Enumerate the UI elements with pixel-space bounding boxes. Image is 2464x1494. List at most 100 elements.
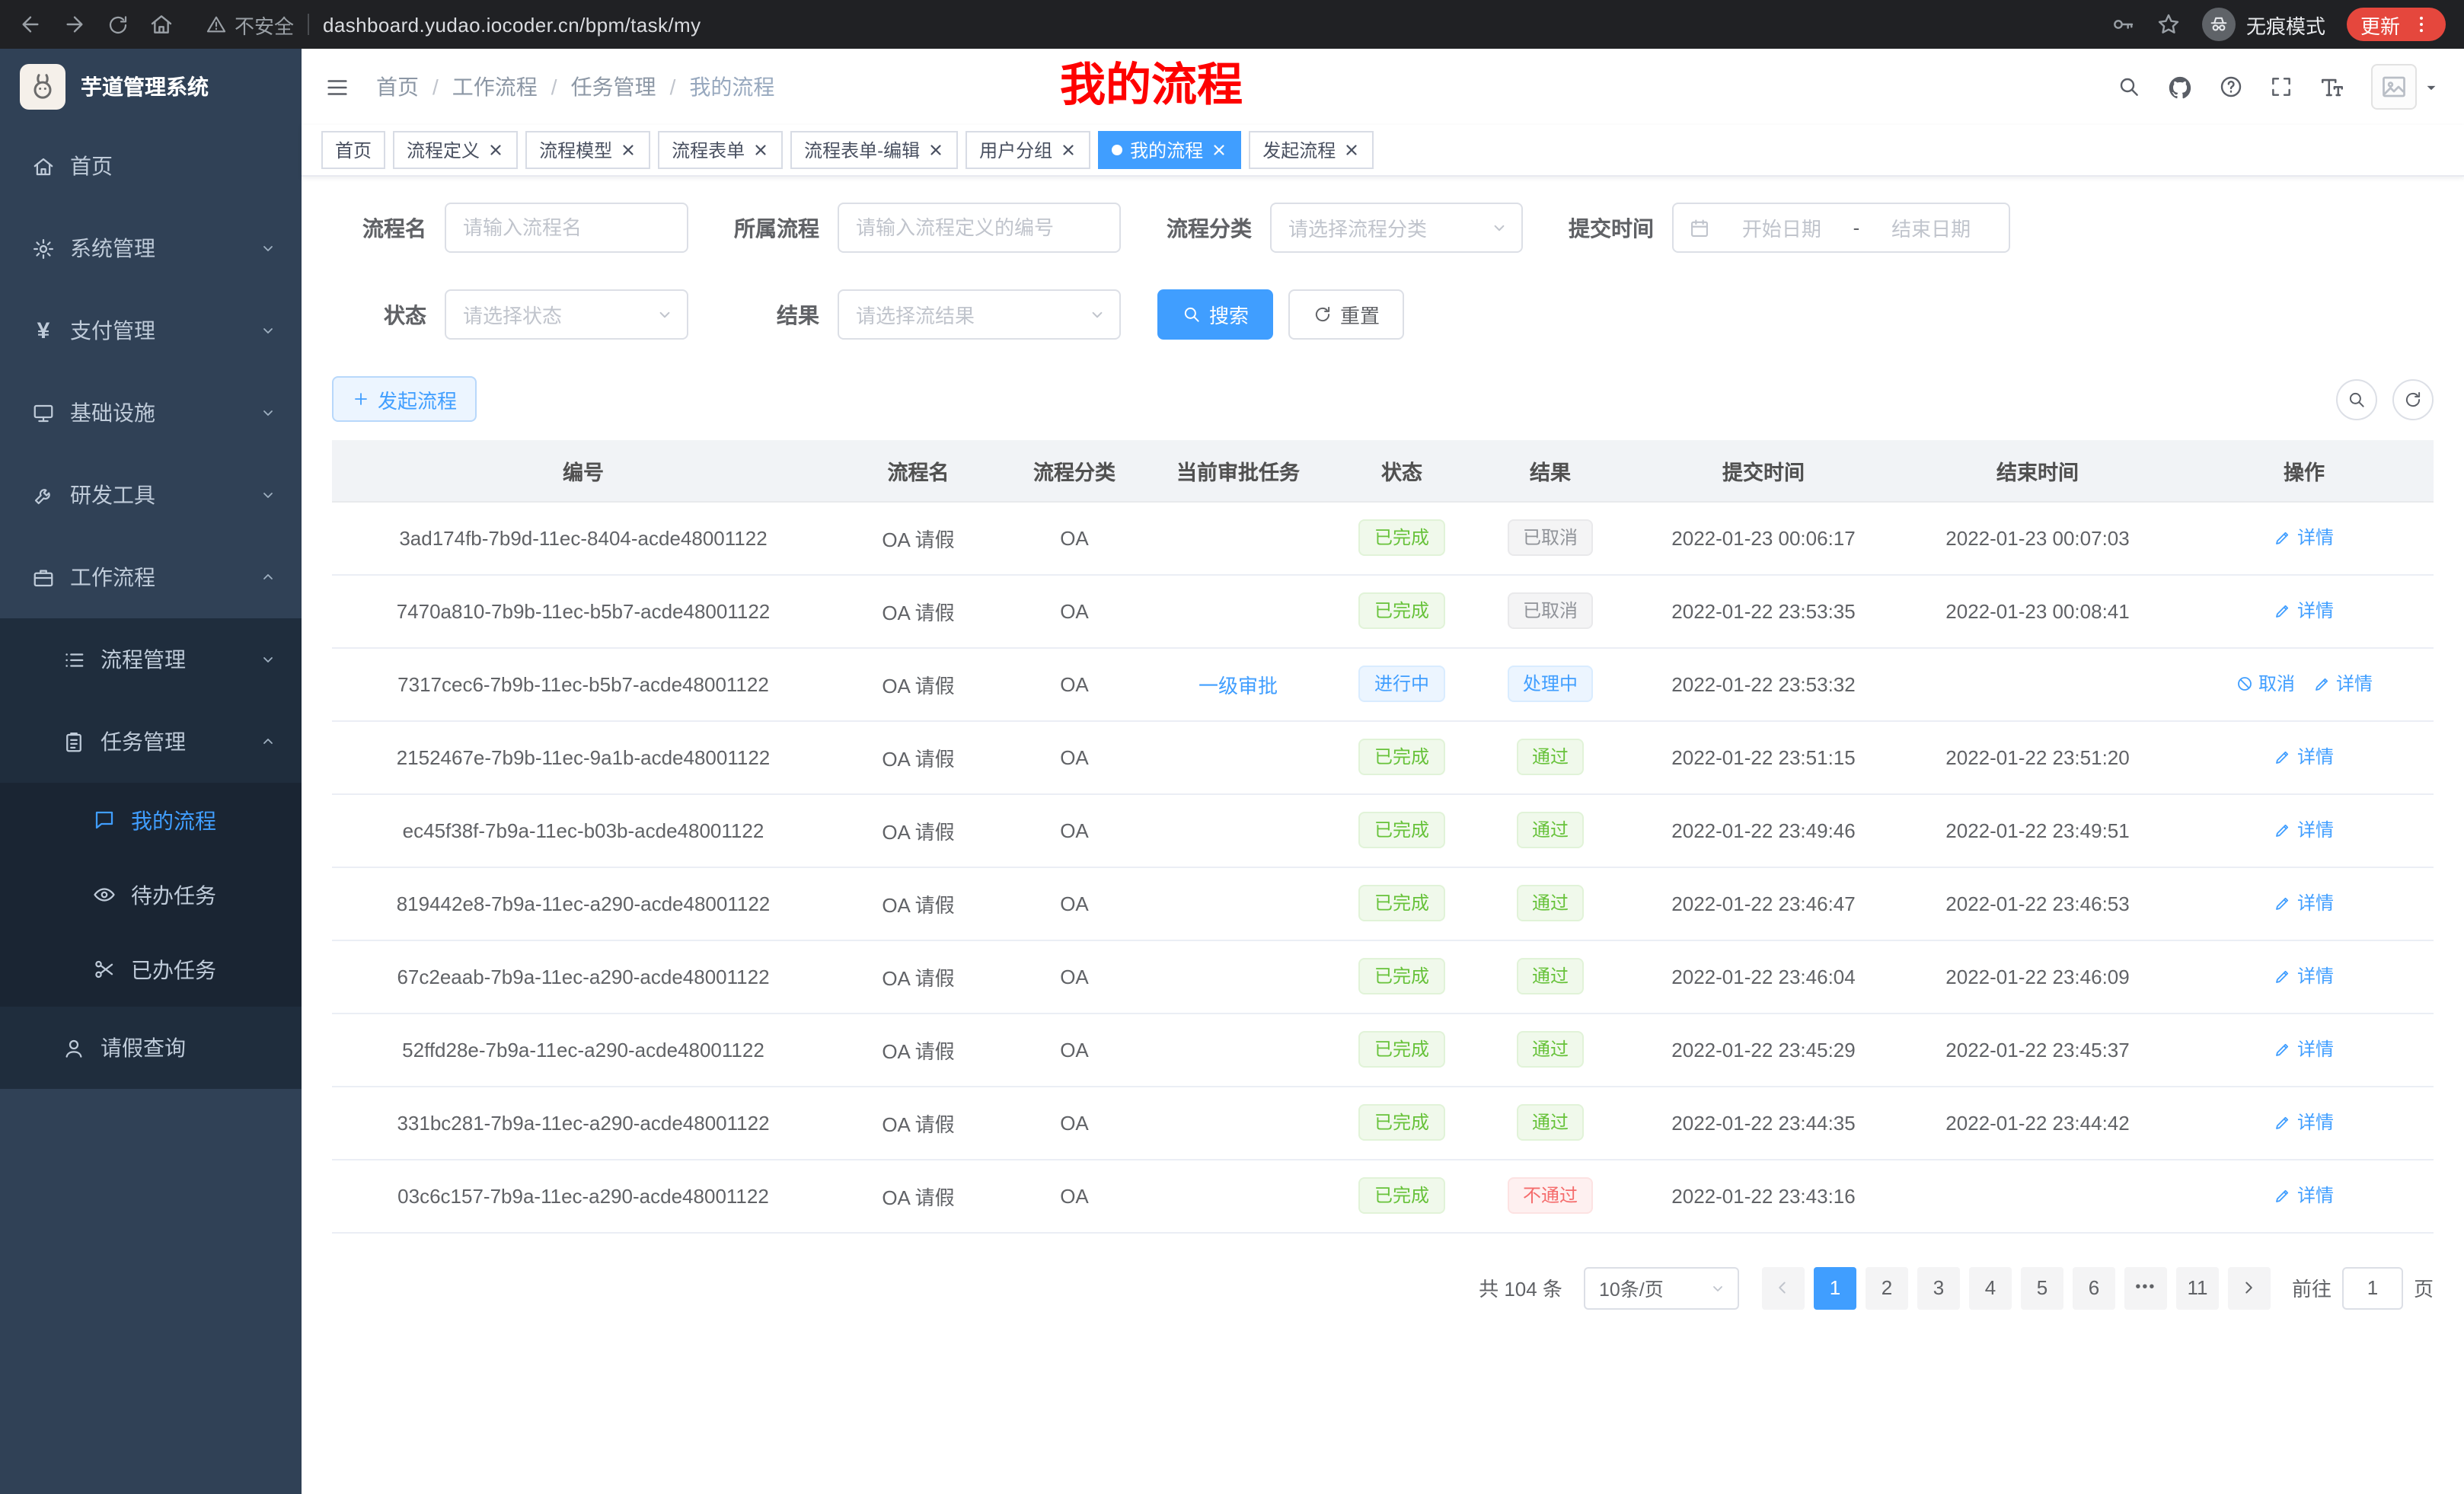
breadcrumb-item-task-management[interactable]: 任务管理 xyxy=(571,72,656,102)
bookmark-star-icon[interactable] xyxy=(2156,12,2181,37)
font-size-icon[interactable] xyxy=(2319,74,2345,100)
start-process-button[interactable]: 发起流程 xyxy=(332,376,477,422)
chat-icon xyxy=(93,809,116,832)
reset-button[interactable]: 重置 xyxy=(1288,289,1404,340)
sidebar-item-system[interactable]: 系统管理 xyxy=(0,207,302,289)
cell-process-name: OA 请假 xyxy=(835,793,1002,867)
page-url[interactable]: dashboard.yudao.iocoder.cn/bpm/task/my xyxy=(323,13,701,36)
close-icon[interactable] xyxy=(1060,142,1077,158)
sidebar-item-done-tasks[interactable]: 已办任务 xyxy=(0,932,302,1007)
sidebar-item-leave-query[interactable]: 请假查询 xyxy=(0,1007,302,1089)
detail-link[interactable]: 详情 xyxy=(2274,1036,2334,1062)
edit-icon xyxy=(2274,1040,2293,1058)
search-button[interactable]: 搜索 xyxy=(1157,289,1273,340)
user-avatar-menu[interactable] xyxy=(2371,64,2441,110)
goto-page-input[interactable] xyxy=(2342,1266,2403,1309)
prev-page-button[interactable] xyxy=(1762,1266,1805,1309)
detail-link[interactable]: 详情 xyxy=(2274,1183,2334,1208)
sidebar-item-todo-tasks[interactable]: 待办任务 xyxy=(0,857,302,932)
close-icon[interactable] xyxy=(1211,142,1227,158)
browser-update-button[interactable]: 更新 xyxy=(2347,8,2446,41)
detail-link[interactable]: 详情 xyxy=(2274,963,2334,989)
detail-link[interactable]: 详情 xyxy=(2274,525,2334,551)
sidebar-item-home[interactable]: 首页 xyxy=(0,125,302,207)
tag-process-form[interactable]: 流程表单 xyxy=(658,131,783,169)
page-button-11[interactable]: 11 xyxy=(2176,1266,2219,1309)
not-secure-warning[interactable]: 不安全 xyxy=(206,10,294,39)
breadcrumb-item-workflow[interactable]: 工作流程 xyxy=(452,72,538,102)
page-button-5[interactable]: 5 xyxy=(2021,1266,2063,1309)
filter-row-1: 流程名 所属流程 流程分类 请选择流程分类 xyxy=(332,203,2434,253)
col-header-status: 状态 xyxy=(1329,440,1474,501)
filter-label: 流程名 xyxy=(332,212,426,243)
toggle-search-button[interactable] xyxy=(2336,378,2377,420)
password-key-icon[interactable] xyxy=(2111,12,2135,37)
sidebar-item-infra[interactable]: 基础设施 xyxy=(0,372,302,454)
help-icon[interactable] xyxy=(2219,75,2243,99)
tag-home[interactable]: 首页 xyxy=(321,131,385,169)
close-icon[interactable] xyxy=(1343,142,1360,158)
status-tag: 已完成 xyxy=(1359,592,1444,629)
detail-link[interactable]: 详情 xyxy=(2313,671,2373,697)
tag-user-group[interactable]: 用户分组 xyxy=(965,131,1090,169)
cancel-link[interactable]: 取消 xyxy=(2236,671,2295,697)
tag-process-model[interactable]: 流程模型 xyxy=(525,131,650,169)
browser-menu-icon[interactable] xyxy=(2411,14,2432,35)
close-icon[interactable] xyxy=(927,142,944,158)
table-row: 03c6c157-7b9a-11ec-a290-acde48001122 OA … xyxy=(332,1159,2434,1232)
date-range-picker[interactable]: 开始日期 - 结束日期 xyxy=(1672,203,2010,253)
detail-link[interactable]: 详情 xyxy=(2274,817,2334,843)
detail-link[interactable]: 详情 xyxy=(2274,890,2334,916)
page-button-2[interactable]: 2 xyxy=(1866,1266,1908,1309)
page-button-1[interactable]: 1 xyxy=(1814,1266,1856,1309)
detail-link[interactable]: 详情 xyxy=(2274,598,2334,624)
page-button-3[interactable]: 3 xyxy=(1917,1266,1960,1309)
sidebar-item-workflow[interactable]: 工作流程 xyxy=(0,536,302,618)
process-def-input[interactable] xyxy=(838,203,1121,253)
page-size-select[interactable]: 10条/页 xyxy=(1584,1266,1739,1309)
sidebar-collapse-button[interactable] xyxy=(324,74,350,100)
address-bar[interactable]: 不安全 dashboard.yudao.iocoder.cn/bpm/task/… xyxy=(206,10,701,39)
breadcrumb-item-home[interactable]: 首页 xyxy=(376,72,419,102)
browser-reload-icon[interactable] xyxy=(107,13,129,36)
col-header-current-task: 当前审批任务 xyxy=(1147,440,1329,501)
search-icon[interactable] xyxy=(2117,75,2141,99)
next-page-button[interactable] xyxy=(2228,1266,2271,1309)
close-icon[interactable] xyxy=(752,142,769,158)
status-select[interactable]: 请选择状态 xyxy=(445,289,688,340)
edit-icon xyxy=(2313,675,2332,693)
sidebar-item-devtools[interactable]: 研发工具 xyxy=(0,454,302,536)
end-date-placeholder[interactable]: 结束日期 xyxy=(1869,213,1993,242)
sidebar-item-process-management[interactable]: 流程管理 xyxy=(0,618,302,701)
tag-process-definition[interactable]: 流程定义 xyxy=(393,131,518,169)
current-task-link[interactable]: 一级审批 xyxy=(1198,674,1278,697)
start-date-placeholder[interactable]: 开始日期 xyxy=(1719,213,1844,242)
more-pages-button[interactable]: ••• xyxy=(2124,1266,2167,1309)
page-button-4[interactable]: 4 xyxy=(1969,1266,2012,1309)
detail-link[interactable]: 详情 xyxy=(2274,1109,2334,1135)
sidebar: 芋道管理系统 首页 系统管理 ¥ 支付管理 基础设施 xyxy=(0,49,302,1494)
close-icon[interactable] xyxy=(487,142,504,158)
tag-process-form-edit[interactable]: 流程表单-编辑 xyxy=(790,131,958,169)
fullscreen-icon[interactable] xyxy=(2269,75,2293,99)
close-icon[interactable] xyxy=(620,142,637,158)
cell-end-time: 2022-01-22 23:49:51 xyxy=(1901,793,2175,867)
result-select[interactable]: 请选择流结果 xyxy=(838,289,1121,340)
filter-process-def: 所属流程 xyxy=(725,203,1121,253)
browser-home-icon[interactable] xyxy=(149,12,174,37)
tag-my-process[interactable]: 我的流程 xyxy=(1098,131,1241,169)
category-select[interactable]: 请选择流程分类 xyxy=(1270,203,1523,253)
github-icon[interactable] xyxy=(2167,74,2193,100)
sidebar-item-task-management[interactable]: 任务管理 xyxy=(0,701,302,783)
page-button-6[interactable]: 6 xyxy=(2073,1266,2115,1309)
browser-back-icon[interactable] xyxy=(18,12,43,37)
detail-link[interactable]: 详情 xyxy=(2274,744,2334,770)
tag-start-process[interactable]: 发起流程 xyxy=(1249,131,1374,169)
sidebar-item-payment[interactable]: ¥ 支付管理 xyxy=(0,289,302,372)
refresh-table-button[interactable] xyxy=(2392,378,2434,420)
cell-process-id: 7317cec6-7b9b-11ec-b5b7-acde48001122 xyxy=(332,647,835,720)
sidebar-item-my-process[interactable]: 我的流程 xyxy=(0,783,302,857)
avatar xyxy=(2371,64,2417,110)
browser-forward-icon[interactable] xyxy=(62,12,87,37)
process-name-input[interactable] xyxy=(445,203,688,253)
